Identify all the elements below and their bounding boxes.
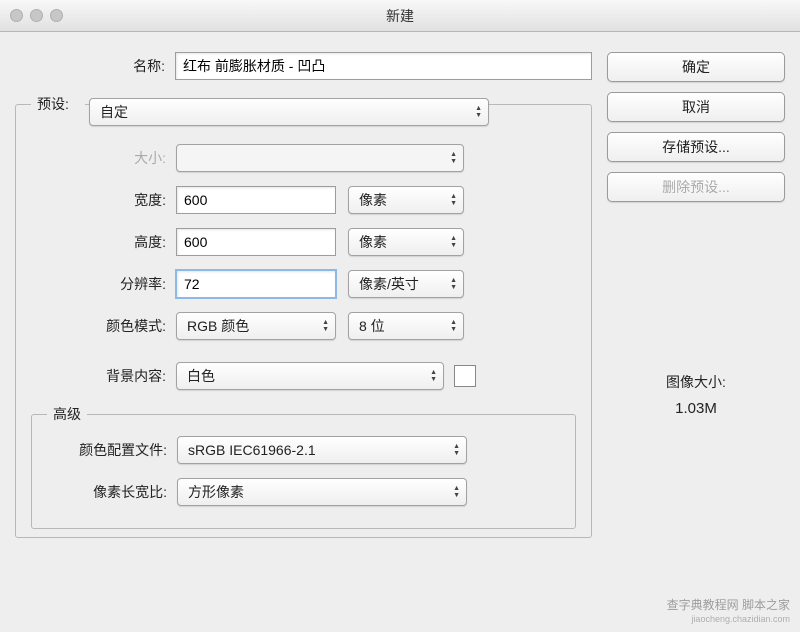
width-label: 宽度: bbox=[31, 190, 176, 210]
height-unit-value: 像素 bbox=[359, 232, 387, 252]
chevron-updown-icon: ▲▼ bbox=[430, 369, 437, 383]
color-profile-label: 颜色配置文件: bbox=[47, 440, 177, 460]
advanced-legend: 高级 bbox=[47, 404, 87, 424]
image-size-value: 1.03M bbox=[607, 400, 785, 417]
color-profile-value: sRGB IEC61966-2.1 bbox=[188, 442, 316, 458]
resolution-input[interactable] bbox=[176, 270, 336, 298]
delete-preset-button: 删除预设... bbox=[607, 172, 785, 202]
image-size-label: 图像大小: bbox=[607, 372, 785, 392]
aspect-select[interactable]: 方形像素 ▲▼ bbox=[177, 478, 467, 506]
chevron-updown-icon: ▲▼ bbox=[450, 277, 457, 291]
chevron-updown-icon: ▲▼ bbox=[475, 105, 482, 119]
color-mode-value: RGB 颜色 bbox=[187, 316, 249, 336]
cancel-button[interactable]: 取消 bbox=[607, 92, 785, 122]
color-profile-select[interactable]: sRGB IEC61966-2.1 ▲▼ bbox=[177, 436, 467, 464]
background-label: 背景内容: bbox=[31, 366, 176, 386]
height-label: 高度: bbox=[31, 232, 176, 252]
image-size-panel: 图像大小: 1.03M bbox=[607, 372, 785, 417]
width-input[interactable] bbox=[176, 186, 336, 214]
height-unit-select[interactable]: 像素 ▲▼ bbox=[348, 228, 464, 256]
size-select: ▲▼ bbox=[176, 144, 464, 172]
chevron-updown-icon: ▲▼ bbox=[322, 319, 329, 333]
color-mode-select[interactable]: RGB 颜色 ▲▼ bbox=[176, 312, 336, 340]
chevron-updown-icon: ▲▼ bbox=[453, 485, 460, 499]
background-swatch[interactable] bbox=[454, 365, 476, 387]
watermark-line1: 查字典教程网 脚本之家 bbox=[667, 598, 790, 612]
height-input[interactable] bbox=[176, 228, 336, 256]
chevron-updown-icon: ▲▼ bbox=[450, 193, 457, 207]
title-bar: 新建 bbox=[0, 0, 800, 32]
window-title: 新建 bbox=[386, 6, 414, 26]
background-value: 白色 bbox=[187, 366, 215, 386]
preset-select[interactable]: 自定 ▲▼ bbox=[89, 98, 489, 126]
background-select[interactable]: 白色 ▲▼ bbox=[176, 362, 444, 390]
preset-label: 预设: bbox=[37, 96, 69, 112]
chevron-updown-icon: ▲▼ bbox=[450, 319, 457, 333]
name-input[interactable] bbox=[175, 52, 592, 80]
resolution-unit-select[interactable]: 像素/英寸 ▲▼ bbox=[348, 270, 464, 298]
close-icon[interactable] bbox=[10, 9, 23, 22]
minimize-icon[interactable] bbox=[30, 9, 43, 22]
advanced-fieldset: 高级 颜色配置文件: sRGB IEC61966-2.1 ▲▼ 像素长宽比: 方… bbox=[31, 404, 576, 529]
size-label: 大小: bbox=[31, 148, 176, 168]
save-preset-button[interactable]: 存储预设... bbox=[607, 132, 785, 162]
color-depth-select[interactable]: 8 位 ▲▼ bbox=[348, 312, 464, 340]
chevron-updown-icon: ▲▼ bbox=[453, 443, 460, 457]
watermark: 查字典教程网 脚本之家 jiaocheng.chazidian.com bbox=[667, 598, 790, 626]
window-controls bbox=[10, 9, 63, 22]
width-unit-select[interactable]: 像素 ▲▼ bbox=[348, 186, 464, 214]
name-label: 名称: bbox=[15, 56, 175, 76]
width-unit-value: 像素 bbox=[359, 190, 387, 210]
ok-button[interactable]: 确定 bbox=[607, 52, 785, 82]
zoom-icon[interactable] bbox=[50, 9, 63, 22]
chevron-updown-icon: ▲▼ bbox=[450, 235, 457, 249]
color-depth-value: 8 位 bbox=[359, 316, 385, 336]
aspect-label: 像素长宽比: bbox=[47, 482, 177, 502]
aspect-value: 方形像素 bbox=[188, 482, 244, 502]
watermark-line2: jiaocheng.chazidian.com bbox=[667, 612, 790, 626]
preset-value: 自定 bbox=[100, 102, 128, 122]
resolution-label: 分辨率: bbox=[31, 274, 176, 294]
preset-fieldset: 预设: 自定 ▲▼ 大小: ▲▼ 宽度: bbox=[15, 94, 592, 538]
resolution-unit-value: 像素/英寸 bbox=[359, 274, 419, 294]
chevron-updown-icon: ▲▼ bbox=[450, 151, 457, 165]
color-mode-label: 颜色模式: bbox=[31, 316, 176, 336]
